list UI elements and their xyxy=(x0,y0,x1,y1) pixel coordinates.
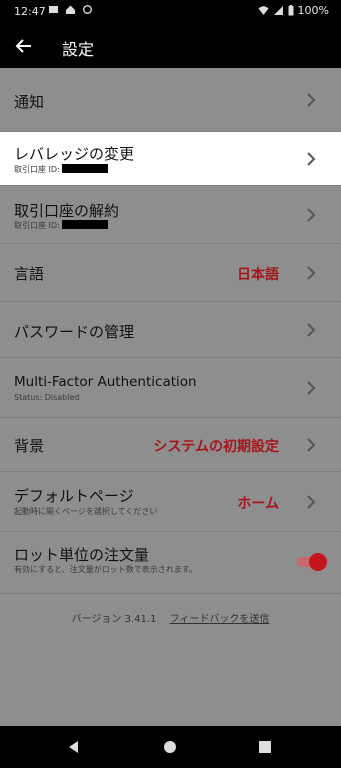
settings-item-label: 背景 xyxy=(14,437,45,455)
status-bar: 12:47 100% xyxy=(0,0,341,24)
lot-units-toggle[interactable] xyxy=(297,552,327,572)
chevron-right-icon xyxy=(307,438,316,452)
settings-list: 通知 レバレッジの変更 取引口座 ID: 取引口座の解約 取引口座 ID: 言語… xyxy=(0,68,341,726)
battery-percent: 100% xyxy=(297,4,329,17)
settings-item-leverage[interactable]: レバレッジの変更 取引口座 ID: xyxy=(0,132,341,186)
theme-value: システムの初期設定 xyxy=(153,439,279,455)
settings-item-lot-units: ロット単位の注文量 有効にすると、注文量がロット数で表示されます。 xyxy=(0,532,341,594)
settings-item-label: Multi-Factor Authentication xyxy=(14,374,197,390)
settings-item-label: デフォルトページ xyxy=(14,487,134,505)
nav-recents-icon[interactable] xyxy=(257,739,273,755)
settings-item-close-account[interactable]: 取引口座の解約 取引口座 ID: xyxy=(0,186,341,244)
settings-item-mfa[interactable]: Multi-Factor Authentication Status: Disa… xyxy=(0,358,341,418)
redacted-account-id xyxy=(61,220,108,229)
chevron-right-icon xyxy=(307,495,316,509)
battery-icon xyxy=(288,5,294,16)
mfa-status: Status: Disabled xyxy=(14,393,80,402)
settings-item-notifications[interactable]: 通知 xyxy=(0,68,341,132)
account-id-label: 取引口座 ID: xyxy=(14,165,60,174)
status-time: 12:47 xyxy=(14,5,46,18)
footer: バージョン 3.41.1 フィードバックを送信 xyxy=(0,610,341,625)
settings-item-language[interactable]: 言語 日本語 xyxy=(0,244,341,302)
settings-item-sub: 取引口座 ID: xyxy=(14,164,108,175)
version-text: バージョン 3.41.1 xyxy=(71,614,157,625)
message-icon xyxy=(49,6,58,13)
nav-back-icon[interactable] xyxy=(66,739,82,755)
settings-item-label: 言語 xyxy=(14,265,45,283)
chevron-right-icon xyxy=(307,381,316,395)
page-title: 設定 xyxy=(62,40,95,59)
redacted-account-id xyxy=(61,164,108,173)
language-value: 日本語 xyxy=(237,267,279,283)
settings-item-sub: 起動時に開くページを選択してください xyxy=(14,507,158,516)
chevron-right-icon xyxy=(307,93,316,107)
home-icon xyxy=(66,5,75,14)
feedback-link[interactable]: フィードバックを送信 xyxy=(170,614,270,625)
wifi-icon xyxy=(258,6,269,15)
toggle-thumb xyxy=(309,553,327,571)
settings-item-default-page[interactable]: デフォルトページ 起動時に開くページを選択してください ホーム xyxy=(0,472,341,532)
status-system-icons: 100% xyxy=(258,4,329,17)
chevron-right-icon xyxy=(307,208,316,222)
account-id-label: 取引口座 ID: xyxy=(14,221,60,230)
system-nav-bar xyxy=(0,726,341,768)
settings-item-theme[interactable]: 背景 システムの初期設定 xyxy=(0,418,341,472)
settings-item-password[interactable]: パスワードの管理 xyxy=(0,302,341,358)
chevron-right-icon xyxy=(307,266,316,280)
sync-icon xyxy=(83,5,92,14)
settings-item-label: 取引口座の解約 xyxy=(14,202,120,220)
settings-item-label: ロット単位の注文量 xyxy=(14,546,150,564)
settings-item-sub: 有効にすると、注文量がロット数で表示されます。 xyxy=(14,565,197,574)
settings-item-label: 通知 xyxy=(14,93,45,111)
back-arrow-icon[interactable] xyxy=(12,34,36,58)
status-notification-icons xyxy=(48,4,93,15)
app-bar: 設定 xyxy=(0,24,341,68)
settings-item-label: レバレッジの変更 xyxy=(14,145,135,163)
settings-item-sub: 取引口座 ID: xyxy=(14,220,108,231)
settings-item-label: パスワードの管理 xyxy=(14,323,135,341)
default-page-value: ホーム xyxy=(237,496,279,512)
nav-home-icon[interactable] xyxy=(162,739,178,755)
chevron-right-icon xyxy=(307,152,316,166)
signal-icon xyxy=(273,6,283,15)
chevron-right-icon xyxy=(307,323,316,337)
